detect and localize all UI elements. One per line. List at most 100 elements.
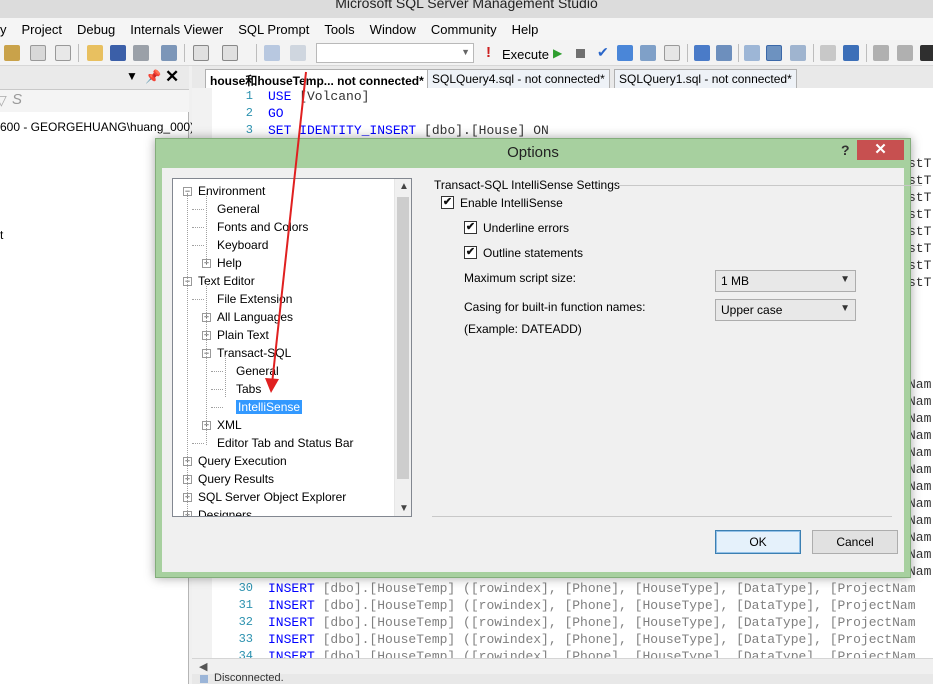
- tree-node-general[interactable]: General: [217, 201, 260, 217]
- code-line[interactable]: GO: [268, 106, 284, 121]
- code-line[interactable]: INSERT [dbo].[HouseTemp] ([rowindex], [P…: [268, 632, 916, 647]
- outline-statements-checkbox[interactable]: ✔: [464, 246, 477, 259]
- tree-node-designers[interactable]: Designers: [198, 507, 252, 516]
- tree-vertical-scrollbar[interactable]: ▲ ▼: [394, 179, 411, 516]
- tree-node-help[interactable]: Help: [217, 255, 242, 271]
- enable-intellisense-label[interactable]: Enable IntelliSense: [460, 196, 563, 210]
- menu-item-sql-prompt[interactable]: SQL Prompt: [231, 22, 317, 37]
- tree-node-general[interactable]: General: [236, 363, 279, 379]
- scrollbar-thumb[interactable]: [397, 197, 409, 479]
- menu-item-help[interactable]: Help: [505, 22, 547, 37]
- new-query-icon[interactable]: [4, 45, 20, 61]
- results-text-icon[interactable]: [664, 45, 680, 61]
- parse-icon[interactable]: [617, 45, 633, 61]
- code-line[interactable]: INSERT [dbo].[HouseTemp] ([rowindex], [P…: [268, 598, 916, 613]
- query-options-icon[interactable]: [744, 45, 760, 61]
- tree-node-sql-server-object-explorer[interactable]: SQL Server Object Explorer: [198, 489, 346, 505]
- code-line[interactable]: SET IDENTITY_INSERT [dbo].[House] ON: [268, 123, 549, 138]
- disconnect-icon[interactable]: [290, 45, 306, 61]
- execute-icon[interactable]: !: [486, 44, 491, 61]
- sqlcmd-mode-icon[interactable]: [790, 45, 806, 61]
- tree-node-fonts-and-colors[interactable]: Fonts and Colors: [217, 219, 308, 235]
- tree-node-query-results[interactable]: Query Results: [198, 471, 274, 487]
- code-line[interactable]: INSERT [dbo].[HouseTemp] ([rowindex], [P…: [268, 581, 916, 596]
- tree-node-xml[interactable]: XML: [217, 417, 242, 433]
- code-line-tail: stT: [908, 207, 932, 222]
- decrease-indent-icon[interactable]: [873, 45, 889, 61]
- tree-node-tabs[interactable]: Tabs: [236, 381, 261, 397]
- menu-item-tools[interactable]: Tools: [317, 22, 362, 37]
- tree-node-editor-tab-and-status-bar[interactable]: Editor Tab and Status Bar: [217, 435, 354, 451]
- parse-check-icon[interactable]: ✔: [597, 44, 609, 61]
- tab-house-query[interactable]: house和houseTemp... not connected*: [205, 69, 429, 88]
- code-line[interactable]: INSERT [dbo].[HouseTemp] ([rowindex], [P…: [268, 615, 916, 630]
- scroll-down-icon[interactable]: ▼: [399, 503, 409, 514]
- tree-node-query-execution[interactable]: Query Execution: [198, 453, 287, 469]
- casing-select[interactable]: Upper case ▼: [715, 299, 856, 321]
- menu-item-project[interactable]: Project: [15, 22, 70, 37]
- results-grid-icon[interactable]: [640, 45, 656, 61]
- menu-item-partial[interactable]: y: [0, 22, 15, 37]
- layout-icon[interactable]: [222, 45, 238, 61]
- outline-statements-label[interactable]: Outline statements: [483, 246, 583, 260]
- filter-icon[interactable]: ▽: [0, 92, 7, 109]
- save-icon[interactable]: [110, 45, 126, 61]
- tree-node-partial[interactable]: t: [0, 228, 3, 242]
- underline-errors-label[interactable]: Underline errors: [483, 221, 569, 235]
- close-icon[interactable]: ✕: [165, 67, 179, 87]
- refresh-icon[interactable]: S: [12, 91, 22, 108]
- tree-node-keyboard[interactable]: Keyboard: [217, 237, 268, 253]
- activity-monitor-icon[interactable]: [161, 45, 177, 61]
- debug-run-icon[interactable]: ▶: [553, 46, 562, 60]
- object-explorer-toolbar: ▽ S: [0, 90, 189, 112]
- increase-indent-icon[interactable]: [897, 45, 913, 61]
- cancel-button[interactable]: Cancel: [812, 530, 898, 554]
- print-icon[interactable]: [133, 45, 149, 61]
- client-stats-icon[interactable]: [716, 45, 732, 61]
- database-combo[interactable]: ▼: [316, 43, 474, 63]
- comment-icon[interactable]: [820, 45, 836, 61]
- panel-menu-icon[interactable]: ▼: [126, 69, 138, 83]
- tab-sqlquery4[interactable]: SQLQuery4.sql - not connected*: [427, 69, 610, 88]
- ok-button[interactable]: OK: [715, 530, 801, 554]
- tab-sqlquery1[interactable]: SQLQuery1.sql - not connected*: [614, 69, 797, 88]
- help-icon[interactable]: ?: [841, 142, 850, 158]
- tree-node-plain-text[interactable]: Plain Text: [217, 327, 269, 343]
- code-line-tail: stT: [908, 275, 932, 290]
- code-line-tail: Nam: [908, 462, 932, 477]
- specify-values-icon[interactable]: [920, 45, 933, 61]
- uncomment-icon[interactable]: [843, 45, 859, 61]
- tree-node-label: SQL Server Object Explorer: [198, 490, 347, 504]
- new-file-icon[interactable]: [30, 45, 46, 61]
- casing-label: Casing for built-in function names:: [464, 300, 646, 314]
- execute-button[interactable]: Execute: [502, 47, 549, 62]
- editor-horizontal-scrollbar[interactable]: ◀: [192, 658, 933, 674]
- connect-icon[interactable]: [264, 45, 280, 61]
- max-script-size-select[interactable]: 1 MB ▼: [715, 270, 856, 292]
- tree-node-environment[interactable]: Environment: [198, 183, 265, 199]
- tree-node-intellisense[interactable]: IntelliSense: [236, 399, 303, 415]
- tree-node-label: XML: [217, 418, 242, 432]
- menu-item-debug[interactable]: Debug: [70, 22, 123, 37]
- copy-icon[interactable]: [55, 45, 71, 61]
- menu-item-community[interactable]: Community: [424, 22, 505, 37]
- tree-node-file-extension[interactable]: File Extension: [217, 291, 292, 307]
- menu-item-window[interactable]: Window: [363, 22, 424, 37]
- code-line[interactable]: USE [Volcano]: [268, 89, 369, 104]
- menu-item-internals-viewer[interactable]: Internals Viewer: [123, 22, 231, 37]
- server-connection-node[interactable]: 600 - GEORGEHUANG\huang_000): [0, 120, 194, 134]
- cancel-query-icon[interactable]: [576, 49, 585, 58]
- open-folder-icon[interactable]: [87, 45, 103, 61]
- intellisense-toggle-icon[interactable]: [766, 45, 782, 61]
- tree-node-transact-sql[interactable]: Transact-SQL: [217, 345, 291, 361]
- include-plan-icon[interactable]: [694, 45, 710, 61]
- tree-node-all-languages[interactable]: All Languages: [217, 309, 293, 325]
- dialog-close-button[interactable]: ✕: [857, 140, 904, 160]
- scroll-up-icon[interactable]: ▲: [399, 181, 409, 192]
- buttons-divider: [432, 516, 892, 517]
- pin-icon[interactable]: 📌: [145, 69, 161, 85]
- enable-intellisense-checkbox[interactable]: ✔: [441, 196, 454, 209]
- scroll-left-icon[interactable]: ◀: [199, 660, 207, 673]
- properties-icon[interactable]: [193, 45, 209, 61]
- underline-errors-checkbox[interactable]: ✔: [464, 221, 477, 234]
